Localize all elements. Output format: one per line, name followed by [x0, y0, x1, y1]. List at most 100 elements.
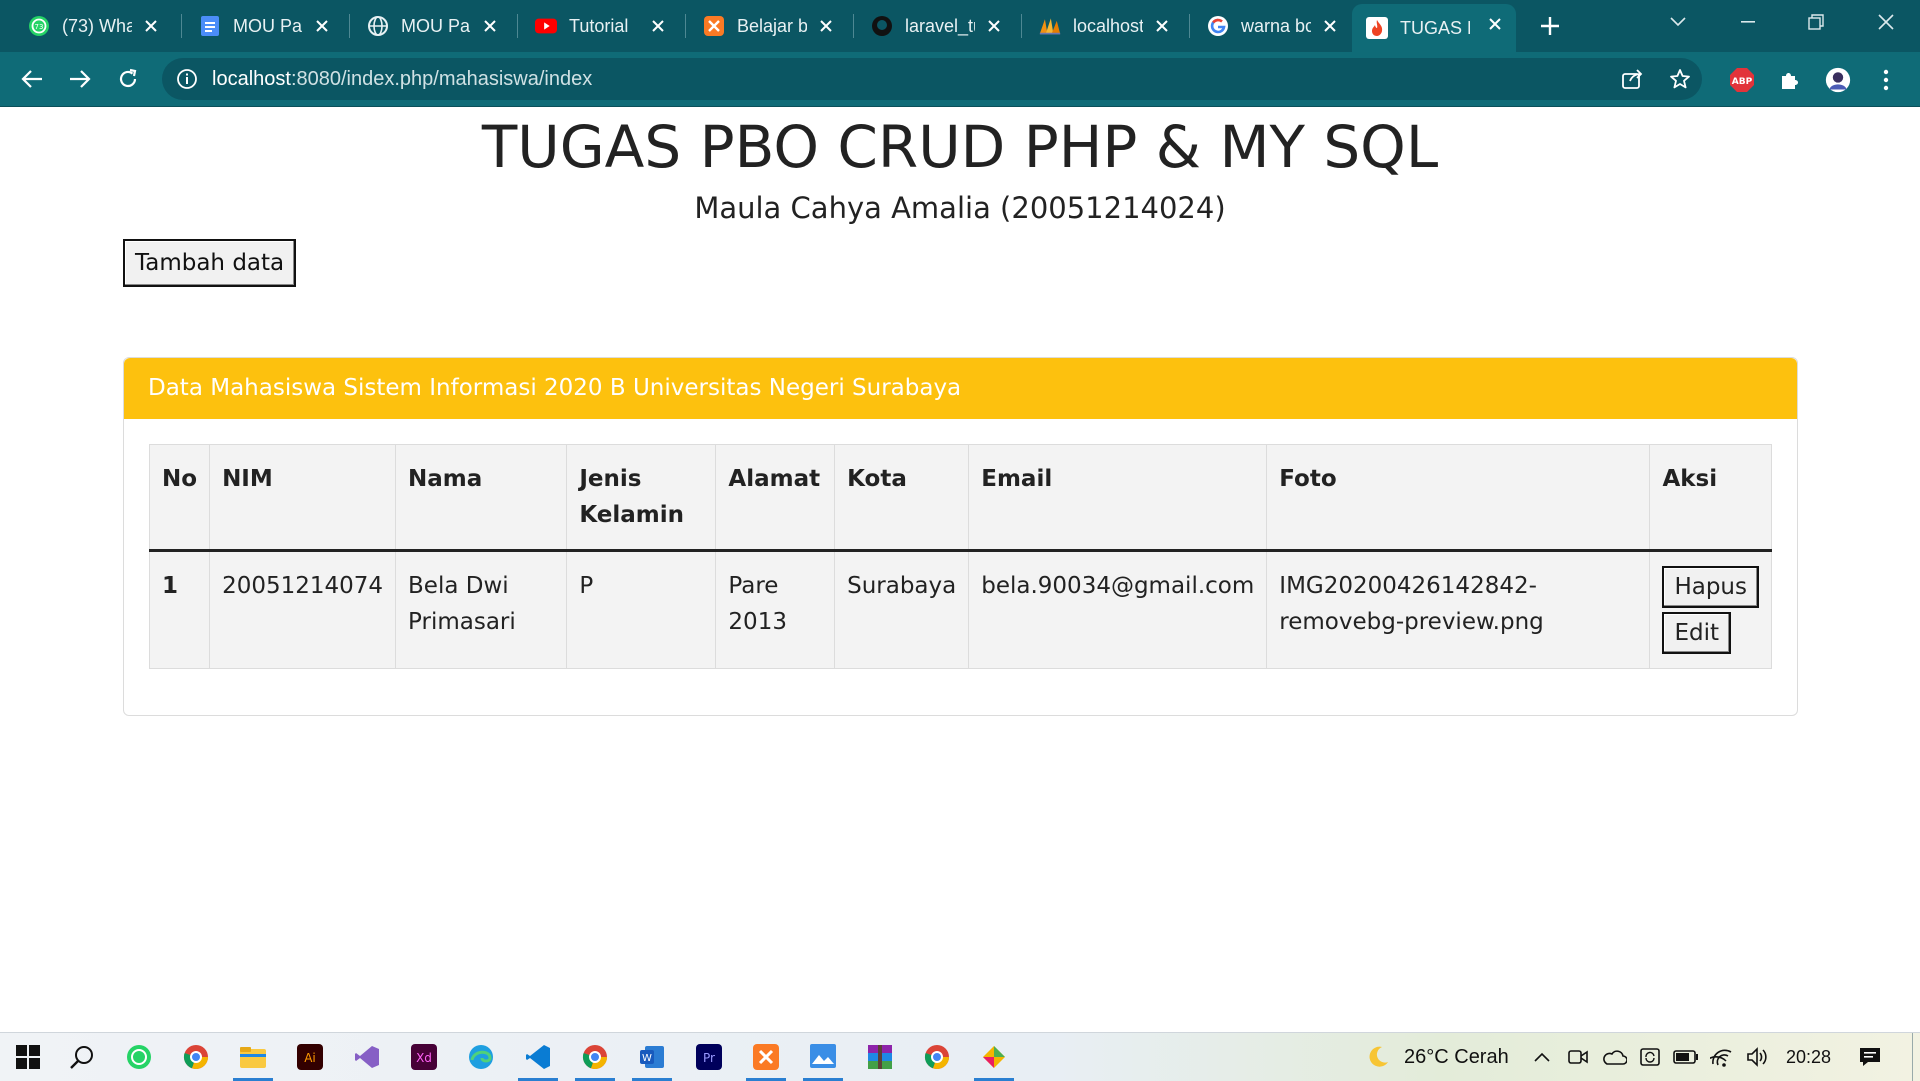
close-icon[interactable] [983, 15, 1005, 37]
adobe-xd-icon[interactable]: Xd [408, 1041, 440, 1073]
tab-title: localhost [1073, 15, 1143, 36]
tab-belajar[interactable]: Belajar b [689, 6, 847, 46]
tab-separator [685, 14, 686, 38]
back-button[interactable] [14, 61, 50, 97]
extensions-puzzle-icon[interactable] [1777, 67, 1803, 93]
close-icon[interactable] [815, 15, 837, 37]
tab-mou-docs[interactable]: MOU Par [185, 6, 343, 46]
file-explorer-icon[interactable] [237, 1041, 269, 1073]
photos-icon[interactable] [807, 1041, 839, 1073]
url-path: :8080/index.php/mahasiswa/index [290, 68, 593, 90]
tab-whatsapp[interactable]: 73 (73) WhatsApp [14, 6, 172, 46]
tab-search-button[interactable] [1644, 0, 1712, 44]
col-kota: Kota [834, 444, 970, 552]
tab-title: Belajar b [737, 15, 807, 36]
visual-studio-icon[interactable] [351, 1041, 383, 1073]
close-icon[interactable] [647, 15, 669, 37]
restore-button[interactable] [1782, 0, 1850, 44]
show-desktop-strip[interactable] [1912, 1033, 1913, 1081]
cell-nim: 20051214074 [209, 550, 397, 669]
browser-tab-bar: 73 (73) WhatsApp MOU Par MOU Par Tutoria… [0, 0, 1920, 52]
edge-icon[interactable] [465, 1041, 497, 1073]
close-icon[interactable] [479, 15, 501, 37]
meet-now-icon[interactable] [1562, 1041, 1594, 1073]
site-info-icon[interactable] [176, 68, 198, 90]
phpmyadmin-icon [1039, 15, 1061, 37]
word-icon[interactable]: W [636, 1041, 668, 1073]
tab-separator [181, 14, 182, 38]
tab-localhost-pma[interactable]: localhost [1025, 6, 1183, 46]
notification-icon[interactable] [1854, 1041, 1886, 1073]
docs-icon [199, 15, 221, 37]
browser-toolbar: localhost:8080/index.php/mahasiswa/index… [0, 52, 1920, 107]
tab-google[interactable]: warna bc [1193, 6, 1351, 46]
illustrator-icon[interactable]: Ai [294, 1041, 326, 1073]
col-email: Email [968, 444, 1268, 552]
cell-kota: Surabaya [834, 550, 970, 669]
tab-title: MOU Par [233, 15, 303, 36]
clock-time[interactable]: 20:28 [1786, 1047, 1831, 1068]
add-data-button[interactable]: Tambah data [123, 239, 297, 287]
chrome-app-icon[interactable] [921, 1041, 953, 1073]
page-subtitle: Maula Cahya Amalia (20051214024) [694, 191, 1226, 225]
cell-nama: Bela Dwi Primasari [395, 550, 568, 669]
windows-start-icon[interactable] [12, 1041, 44, 1073]
chevron-up-icon[interactable] [1526, 1041, 1558, 1073]
close-window-button[interactable] [1852, 0, 1920, 44]
weather-moon-icon[interactable] [1362, 1041, 1394, 1073]
vscode-icon[interactable] [522, 1041, 554, 1073]
new-tab-button[interactable] [1534, 10, 1566, 42]
chrome-profile-icon[interactable] [579, 1041, 611, 1073]
delete-button[interactable]: Hapus [1662, 566, 1759, 608]
gitkraken-icon[interactable] [978, 1041, 1010, 1073]
close-icon[interactable] [311, 15, 333, 37]
wifi-icon[interactable] [1706, 1041, 1738, 1073]
close-icon[interactable] [1151, 15, 1173, 37]
onedrive-icon[interactable] [1598, 1041, 1630, 1073]
url-text[interactable]: localhost:8080/index.php/mahasiswa/index [212, 68, 592, 91]
browser-menu-icon[interactable] [1873, 67, 1899, 93]
chrome-icon[interactable] [180, 1041, 212, 1073]
address-bar[interactable]: localhost:8080/index.php/mahasiswa/index [162, 58, 1702, 100]
edit-button[interactable]: Edit [1662, 612, 1731, 654]
tab-mou-web[interactable]: MOU Par [353, 6, 511, 46]
card-title: Data Mahasiswa Sistem Informasi 2020 B U… [148, 375, 962, 401]
data-card: Data Mahasiswa Sistem Informasi 2020 B U… [123, 357, 1798, 716]
cell-aksi: Hapus Edit [1649, 550, 1772, 669]
tab-separator [349, 14, 350, 38]
premiere-icon[interactable]: Pr [693, 1041, 725, 1073]
cell-foto: IMG20200426142842-removebg-preview.png [1266, 550, 1651, 669]
minimize-button[interactable] [1714, 0, 1782, 44]
share-icon[interactable] [1620, 67, 1644, 91]
tab-title: (73) WhatsApp [62, 15, 132, 36]
cell-jenis-kelamin: P [566, 550, 717, 669]
weather-text[interactable]: 26°C Cerah [1404, 1046, 1509, 1069]
close-icon[interactable] [140, 15, 162, 37]
forward-button[interactable] [62, 61, 98, 97]
tab-youtube[interactable]: Tutorial [521, 6, 679, 46]
bookmark-star-icon[interactable] [1668, 67, 1692, 91]
youtube-icon [535, 15, 557, 37]
xampp-app-icon[interactable] [750, 1041, 782, 1073]
reload-button[interactable] [110, 61, 146, 97]
whatsapp-app-icon[interactable] [123, 1041, 155, 1073]
card-header: Data Mahasiswa Sistem Informasi 2020 B U… [124, 358, 1797, 419]
close-icon[interactable] [1484, 13, 1506, 35]
table-row: 1 20051214074 Bela Dwi Primasari P Pare … [148, 550, 1772, 669]
search-icon[interactable] [66, 1041, 98, 1073]
volume-icon[interactable] [1742, 1041, 1774, 1073]
tab-tugas-active[interactable]: TUGAS P [1352, 4, 1516, 52]
tab-title: TUGAS P [1400, 17, 1470, 38]
cell-alamat: Pare 2013 [715, 550, 836, 669]
network-sync-icon[interactable] [1634, 1041, 1666, 1073]
svg-text:Xd: Xd [416, 1051, 432, 1065]
tab-laravel[interactable]: laravel_tu [857, 6, 1015, 46]
xampp-icon [703, 15, 725, 37]
winrar-icon[interactable] [864, 1041, 896, 1073]
svg-text:Ai: Ai [304, 1051, 316, 1065]
student-table: No NIM Nama Jenis Kelamin Alamat Kota Em… [148, 444, 1772, 669]
profile-avatar[interactable] [1825, 67, 1851, 93]
adblock-plus-icon[interactable]: ABP [1729, 67, 1755, 93]
battery-icon[interactable] [1670, 1041, 1702, 1073]
close-icon[interactable] [1319, 15, 1341, 37]
